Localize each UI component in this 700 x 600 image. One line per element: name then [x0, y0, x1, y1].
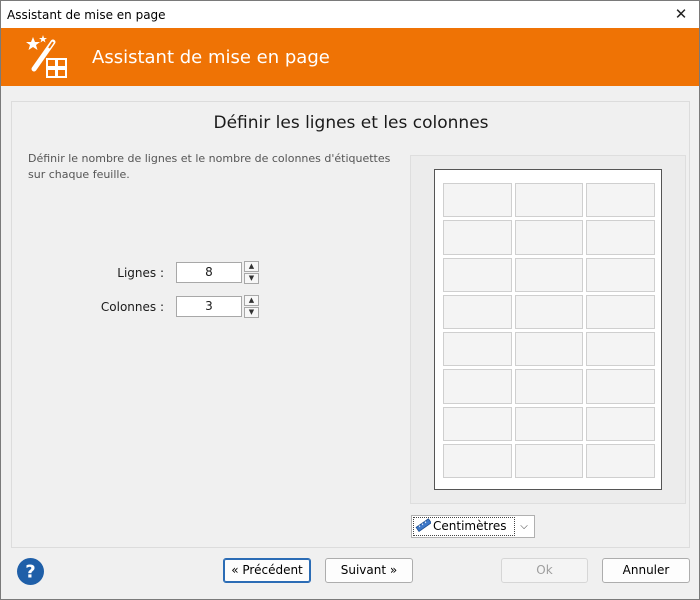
unit-dropdown[interactable]: Centimètres ⌵	[411, 515, 535, 538]
rows-stepper: ▲ ▼	[244, 261, 259, 284]
columns-decrement-button[interactable]: ▼	[244, 307, 259, 318]
label-cell	[514, 220, 584, 255]
rows-input[interactable]: 8	[176, 262, 242, 283]
unit-selected-value: Centimètres	[433, 519, 507, 533]
layout-wizard-window: Assistant de mise en page ✕ Assistant de…	[0, 0, 700, 600]
label-cell	[514, 294, 584, 329]
label-cell	[514, 183, 584, 218]
banner-title: Assistant de mise en page	[92, 47, 330, 68]
help-glyph: ?	[25, 562, 35, 583]
label-cell	[514, 406, 584, 441]
label-cell	[443, 183, 512, 218]
wizard-banner: Assistant de mise en page	[1, 28, 699, 86]
label-cell	[586, 443, 655, 478]
rows-decrement-button[interactable]: ▼	[244, 273, 259, 284]
label-cell	[443, 257, 512, 292]
next-button[interactable]: Suivant »	[325, 558, 413, 583]
help-icon[interactable]: ?	[16, 557, 45, 586]
rows-increment-button[interactable]: ▲	[244, 261, 259, 272]
chevron-down-icon[interactable]: ⌵	[516, 518, 532, 535]
label-cell	[586, 406, 655, 441]
ok-button[interactable]: Ok	[501, 558, 588, 583]
page-preview	[434, 169, 662, 490]
columns-stepper: ▲ ▼	[244, 295, 259, 318]
label-cell	[443, 220, 512, 255]
label-cell	[443, 406, 512, 441]
label-cell	[514, 443, 584, 478]
label-cell	[514, 369, 584, 404]
ruler-icon	[415, 518, 431, 532]
step-description: Définir le nombre de lignes et le nombre…	[28, 152, 391, 181]
label-cell	[443, 294, 512, 329]
title-bar: Assistant de mise en page ✕	[1, 1, 699, 28]
label-grid	[443, 183, 655, 478]
rows-label: Lignes :	[117, 266, 164, 280]
label-cell	[514, 332, 584, 367]
label-cell	[443, 369, 512, 404]
label-cell	[443, 332, 512, 367]
label-cell	[586, 332, 655, 367]
label-cell	[586, 369, 655, 404]
label-cell	[586, 257, 655, 292]
label-cell	[586, 183, 655, 218]
columns-input[interactable]: 3	[176, 296, 242, 317]
window-title: Assistant de mise en page	[7, 8, 166, 22]
previous-button[interactable]: « Précédent	[223, 558, 311, 583]
columns-increment-button[interactable]: ▲	[244, 295, 259, 306]
label-cell	[586, 220, 655, 255]
step-title: Définir les lignes et les colonnes	[213, 113, 489, 133]
columns-label: Colonnes :	[100, 300, 164, 314]
label-cell	[514, 257, 584, 292]
cancel-button[interactable]: Annuler	[602, 558, 690, 583]
label-cell	[586, 294, 655, 329]
magic-wand-icon	[26, 35, 67, 78]
close-icon[interactable]: ✕	[671, 5, 691, 23]
label-cell	[443, 443, 512, 478]
